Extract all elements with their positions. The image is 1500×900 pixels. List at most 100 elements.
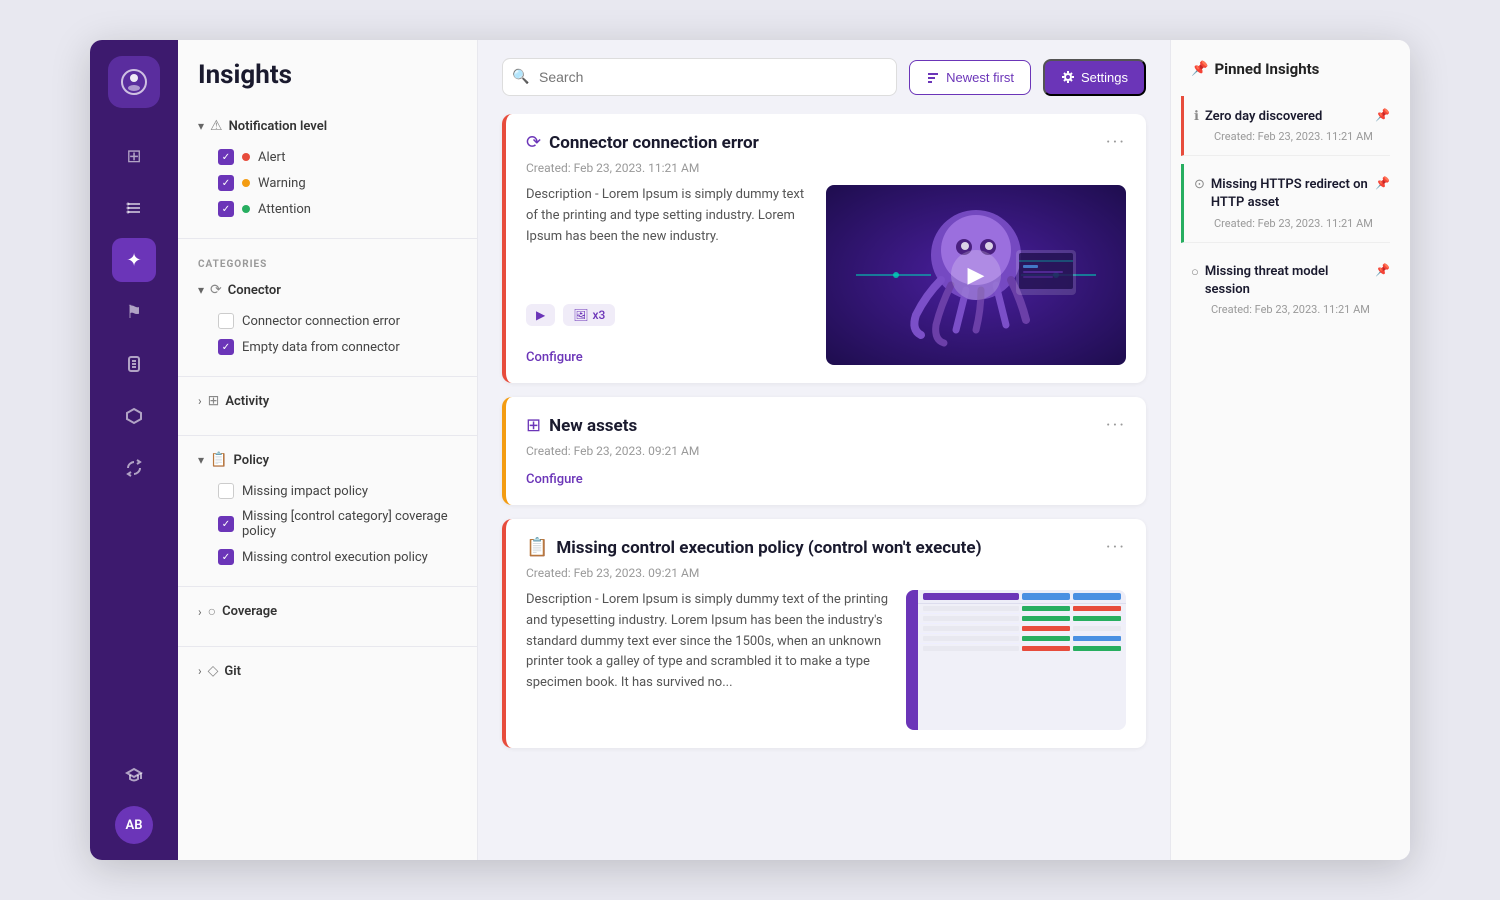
warning-checkbox[interactable]: ✓: [218, 175, 234, 191]
pinned-item-1-pin-button[interactable]: 📌: [1375, 108, 1390, 122]
filter-item-warning: ✓ Warning: [198, 170, 457, 196]
divider-2: [178, 376, 477, 377]
card-1-image: ▶: [826, 185, 1126, 365]
attention-dot: [242, 205, 250, 213]
policy-section-header[interactable]: ▾ 📋 Policy: [198, 452, 457, 468]
card-2-footer: Configure: [526, 468, 1126, 487]
alert-dot: [242, 153, 250, 161]
card-3-image: [906, 590, 1126, 730]
card-2-title-row: ⊞ New assets: [526, 415, 637, 436]
empty-connector-checkbox[interactable]: ✓: [218, 339, 234, 355]
sidebar-item-insights[interactable]: ✦: [112, 238, 156, 282]
sidebar-item-flag[interactable]: ⚑: [112, 290, 156, 334]
images-count: x3: [592, 308, 605, 322]
activity-label: Activity: [225, 394, 269, 409]
chevron-right-icon-3: ›: [198, 664, 202, 678]
search-bar: 🔍: [502, 58, 897, 96]
pinned-item-3-header: ○ Missing threat model session 📌: [1191, 263, 1390, 299]
pinned-item-3-pin-button[interactable]: 📌: [1375, 263, 1390, 277]
notification-section-label: Notification level: [229, 119, 328, 134]
avatar[interactable]: AB: [115, 806, 153, 844]
git-section: › ◇ Git: [178, 655, 477, 697]
card-2-header: ⊞ New assets ···: [526, 415, 1126, 436]
cards-area: ⟳ Connector connection error ··· Created…: [478, 114, 1170, 860]
card-2-date: Created: Feb 23, 2023. 09:21 AM: [526, 444, 1126, 458]
search-input[interactable]: [502, 58, 897, 96]
notification-section: ▾ ⚠ Notification level ✓ Alert ✓ Warning…: [178, 110, 477, 230]
left-panel: Insights ▾ ⚠ Notification level ✓ Alert …: [178, 40, 478, 860]
chevron-down-icon-2: ▾: [198, 283, 204, 297]
pinned-item-2-icon: ⊙: [1194, 177, 1205, 192]
pinned-item-2-date: Created: Feb 23, 2023. 11:21 AM: [1194, 217, 1390, 230]
sidebar-item-clipboard[interactable]: [112, 342, 156, 386]
divider-4: [178, 586, 477, 587]
settings-label: Settings: [1081, 70, 1128, 85]
filter-item-empty-connector: ✓ Empty data from connector: [198, 334, 457, 360]
play-button[interactable]: ▶: [951, 250, 1001, 300]
connector-section: ▾ ⟳ Conector Connector connection error …: [178, 274, 477, 368]
pinned-item-1-date: Created: Feb 23, 2023. 11:21 AM: [1194, 130, 1390, 143]
divider-1: [178, 238, 477, 239]
divider-3: [178, 435, 477, 436]
activity-section-header[interactable]: › ⊞ Activity: [198, 393, 457, 409]
policy-section: ▾ 📋 Policy Missing impact policy ✓ Missi…: [178, 444, 477, 578]
settings-button[interactable]: Settings: [1043, 59, 1146, 96]
sort-button[interactable]: Newest first: [909, 60, 1031, 95]
right-panel: 📌 Pinned Insights ℹ Zero day discovered …: [1170, 40, 1410, 860]
sidebar-item-connect[interactable]: [112, 446, 156, 490]
card-1-more-button[interactable]: ···: [1106, 132, 1126, 153]
logo[interactable]: [108, 56, 160, 108]
notification-section-header[interactable]: ▾ ⚠ Notification level: [198, 118, 457, 134]
coverage-policy-checkbox[interactable]: ✓: [218, 516, 234, 532]
card-1-configure-link[interactable]: Configure: [526, 350, 583, 365]
app-window: ⊞ ✦ ⚑: [90, 40, 1410, 860]
missing-control-label: Missing control execution policy: [242, 550, 428, 565]
filter-item-alert: ✓ Alert: [198, 144, 457, 170]
missing-impact-label: Missing impact policy: [242, 484, 368, 499]
sort-label: Newest first: [946, 70, 1014, 85]
card-1-desc: Description - Lorem Ipsum is simply dumm…: [526, 185, 810, 284]
card-1-footer: Configure: [526, 346, 810, 365]
missing-control-checkbox[interactable]: ✓: [218, 549, 234, 565]
octopus-graphic: ▶: [826, 185, 1126, 365]
sidebar-item-learn[interactable]: [112, 752, 156, 796]
card-1-tag-video: ▶: [526, 304, 555, 326]
card-2-more-button[interactable]: ···: [1106, 415, 1126, 436]
page-title: Insights: [178, 60, 477, 110]
policy-icon: 📋: [210, 452, 227, 468]
filter-item-missing-impact: Missing impact policy: [198, 478, 457, 504]
sidebar-item-network[interactable]: [112, 394, 156, 438]
card-3-header: 📋 Missing control execution policy (cont…: [526, 537, 1126, 558]
connector-error-checkbox[interactable]: [218, 313, 234, 329]
card-1-tags: ▶ 🖼 x3: [526, 304, 810, 326]
alert-checkbox[interactable]: ✓: [218, 149, 234, 165]
card-3-more-button[interactable]: ···: [1106, 537, 1126, 558]
git-section-header[interactable]: › ◇ Git: [198, 663, 457, 679]
pinned-item-2-pin-button[interactable]: 📌: [1375, 176, 1390, 190]
chevron-right-icon-2: ›: [198, 605, 202, 619]
pin-icon: 📌: [1191, 61, 1208, 77]
attention-checkbox[interactable]: ✓: [218, 201, 234, 217]
pinned-header: 📌 Pinned Insights: [1191, 60, 1390, 78]
coverage-icon: ○: [208, 603, 216, 620]
coverage-label: Coverage: [222, 604, 277, 619]
sidebar-item-grid[interactable]: ⊞: [112, 134, 156, 178]
policy-label: Policy: [233, 453, 269, 468]
missing-impact-checkbox[interactable]: [218, 483, 234, 499]
insight-card-3: 📋 Missing control execution policy (cont…: [502, 519, 1146, 748]
sidebar-item-list[interactable]: [112, 186, 156, 230]
main-header: 🔍 Newest first Settings: [478, 40, 1170, 114]
connector-icon: ⟳: [210, 282, 222, 298]
card-1-date: Created: Feb 23, 2023. 11:21 AM: [526, 161, 1126, 175]
insight-card-2: ⊞ New assets ··· Created: Feb 23, 2023. …: [502, 397, 1146, 505]
pinned-item-1-icon: ℹ: [1194, 109, 1199, 124]
card-3-title: Missing control execution policy (contro…: [556, 538, 981, 558]
connector-section-header[interactable]: ▾ ⟳ Conector: [198, 282, 457, 298]
warning-label: Warning: [258, 176, 306, 191]
images-icon: 🖼: [573, 308, 588, 322]
card-2-configure-link[interactable]: Configure: [526, 472, 583, 487]
filter-item-coverage-policy: ✓ Missing [control category] coverage po…: [198, 504, 457, 544]
coverage-section-header[interactable]: › ○ Coverage: [198, 603, 457, 620]
connector-card-icon: ⟳: [526, 132, 541, 153]
pinned-item-1-title: Zero day discovered: [1205, 108, 1322, 126]
